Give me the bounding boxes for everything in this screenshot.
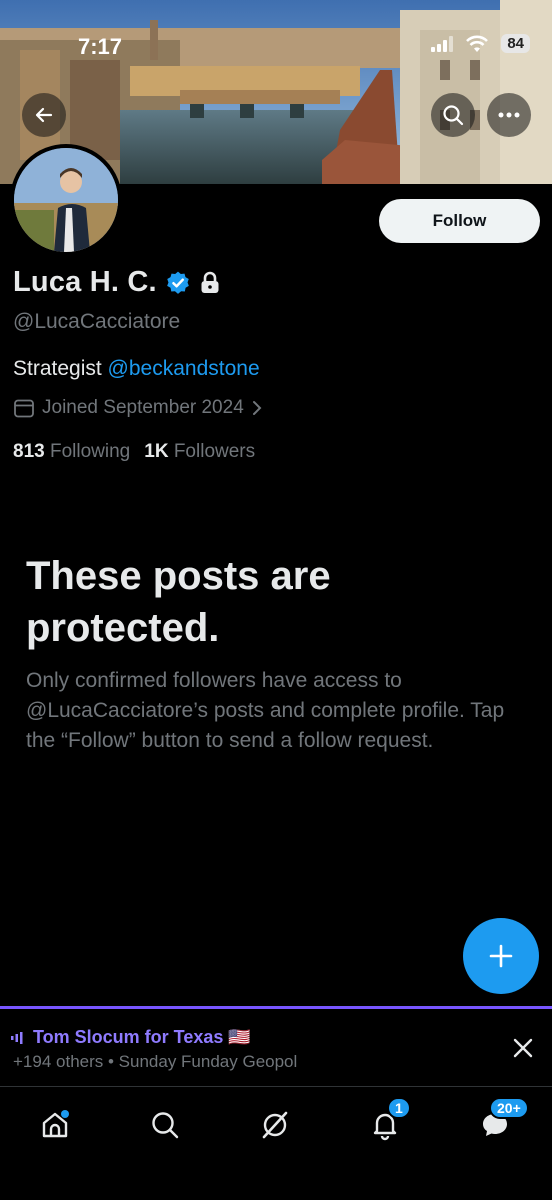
home-icon: [42, 1110, 69, 1138]
arrow-left-icon: [35, 107, 53, 123]
tab-messages[interactable]: 20+: [475, 1097, 529, 1145]
search-icon: [443, 105, 464, 126]
calendar-icon: [14, 399, 34, 418]
messages-badge: 20+: [489, 1097, 529, 1119]
back-button[interactable]: [22, 93, 66, 137]
bio-mention-link[interactable]: @beckandstone: [108, 357, 260, 380]
bio-text: Strategist: [13, 357, 108, 380]
search-icon: [152, 1112, 179, 1139]
grok-icon: [262, 1111, 288, 1139]
audio-wave-icon: [11, 1031, 23, 1044]
bio: Strategist @beckandstone: [13, 357, 260, 381]
status-bar: 7:17 84: [0, 30, 552, 60]
followers-link[interactable]: 1K Followers: [144, 441, 255, 463]
user-handle: @LucaCacciatore: [13, 310, 181, 333]
status-time: 7:17: [78, 34, 123, 59]
following-count: 813: [13, 441, 45, 462]
followers-count: 1K: [144, 441, 169, 462]
notifications-badge: 1: [387, 1097, 411, 1119]
avatar-image: [14, 148, 118, 252]
compose-button[interactable]: [463, 918, 539, 994]
cellular-signal-icon: [431, 35, 454, 52]
spaces-subtitle: +194 others • Sunday Funday Geopol: [13, 1052, 298, 1071]
following-link[interactable]: 813 Following: [13, 441, 130, 463]
bottom-tab-bar: 1 20+: [0, 1086, 552, 1200]
spaces-close-button[interactable]: [508, 1033, 538, 1063]
protected-title: These posts are protected.: [26, 554, 331, 650]
plus-icon: [489, 944, 513, 968]
search-button[interactable]: [431, 93, 475, 137]
tab-home[interactable]: [35, 1105, 75, 1145]
joined-date-row[interactable]: Joined September 2024: [13, 397, 263, 419]
follow-counts: 813 Following 1K Followers: [13, 441, 255, 463]
battery-indicator: 84: [501, 34, 530, 53]
following-label: Following: [49, 441, 131, 462]
close-icon: [513, 1038, 533, 1058]
tab-search[interactable]: [145, 1105, 185, 1145]
verified-badge-icon[interactable]: [165, 270, 191, 296]
spaces-title: Tom Slocum for Texas 🇺🇸: [33, 1027, 251, 1047]
profile-name-row: Luca H. C.: [13, 266, 221, 299]
protected-message: Only confirmed followers have access to …: [26, 669, 505, 752]
avatar[interactable]: [10, 144, 122, 256]
more-horizontal-icon: [498, 112, 520, 118]
more-options-button[interactable]: [487, 93, 531, 137]
followers-label: Followers: [173, 441, 256, 462]
tab-grok[interactable]: [255, 1105, 295, 1145]
display-name: Luca H. C.: [13, 266, 157, 298]
wifi-icon: [466, 35, 489, 52]
tab-notifications[interactable]: 1: [365, 1097, 411, 1145]
joined-date: Joined September 2024: [42, 397, 244, 418]
follow-button[interactable]: Follow: [379, 199, 540, 243]
chevron-right-icon: [252, 401, 262, 415]
lock-icon: [201, 271, 219, 293]
spaces-bar[interactable]: Tom Slocum for Texas 🇺🇸 +194 others • Su…: [0, 1006, 552, 1086]
spaces-title-row: Tom Slocum for Texas 🇺🇸: [11, 1027, 251, 1048]
